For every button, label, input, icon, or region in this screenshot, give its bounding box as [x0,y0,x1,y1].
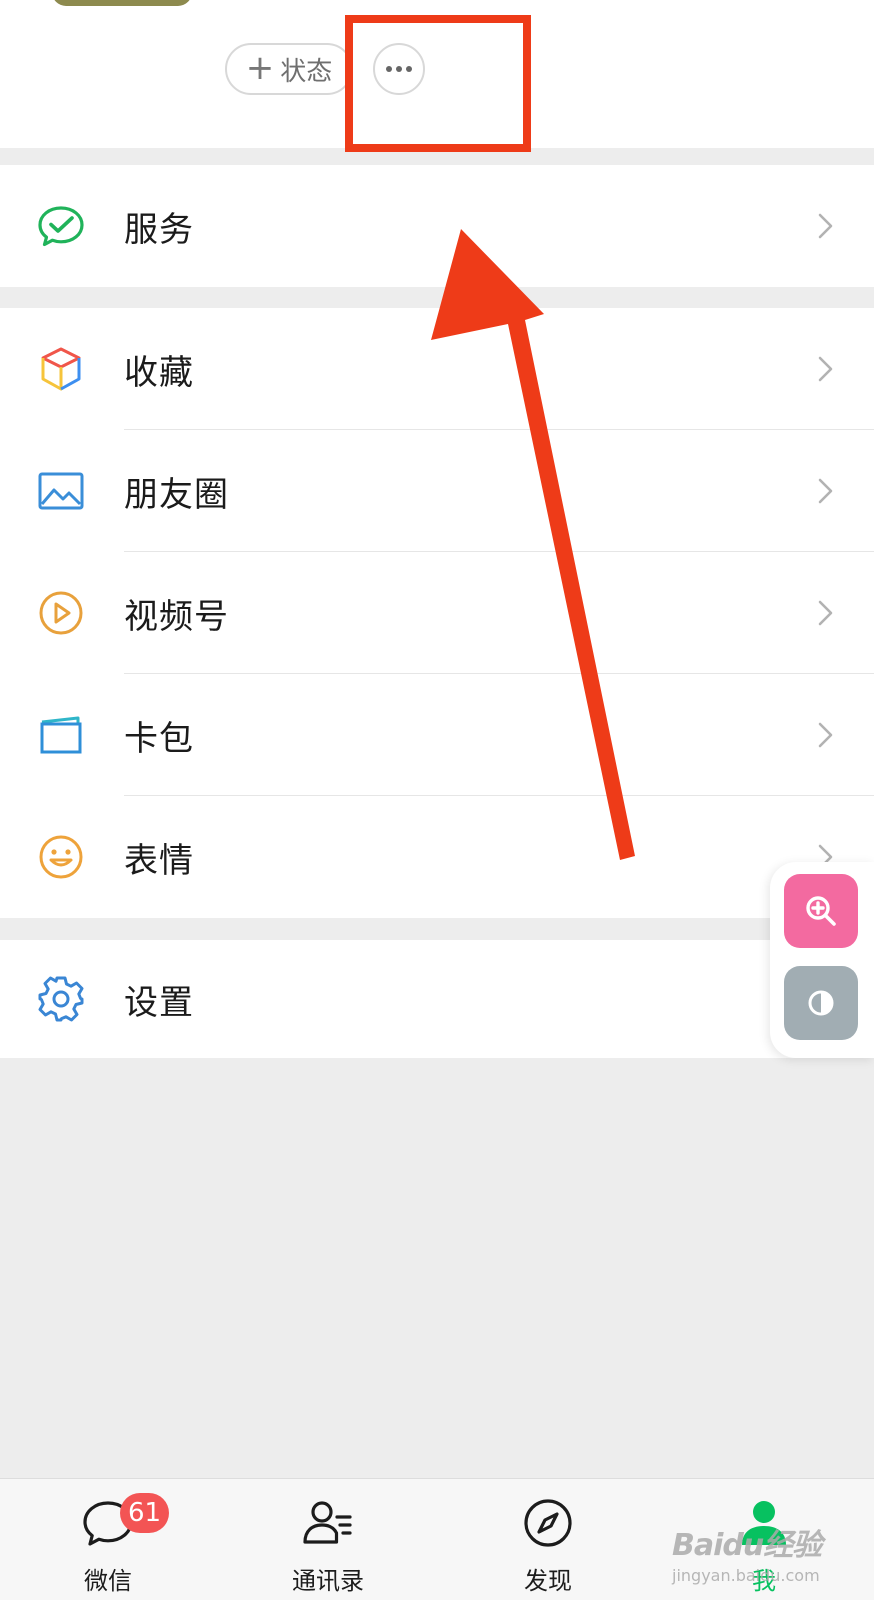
menu-item-channels[interactable]: 视频号 [0,552,874,674]
plus-icon: + [245,47,275,88]
chevron-right-icon [818,722,833,748]
zoom-button[interactable] [784,874,858,948]
menu-item-favorites[interactable]: 收藏 [0,308,874,430]
services-section: 服务 [0,165,874,287]
menu-item-card-wallet[interactable]: 卡包 [0,674,874,796]
features-section: 收藏 朋友圈 视频号 卡包 表情 [0,308,874,918]
tab-label: 通讯录 [292,1567,364,1595]
card-wallet-icon [40,716,82,754]
menu-label: 收藏 [124,352,194,393]
chevron-right-icon [818,356,833,382]
menu-label: 视频号 [124,596,229,637]
menu-label: 朋友圈 [124,474,229,515]
menu-label: 设置 [124,982,194,1023]
menu-item-services[interactable]: 服务 [0,165,874,287]
emoji-smile-icon [39,835,83,879]
chevron-right-icon [818,600,833,626]
wechat-pay-icon [38,206,84,247]
add-status-button[interactable]: + 状态 [225,43,353,95]
contrast-button[interactable] [784,966,858,1040]
menu-item-moments[interactable]: 朋友圈 [0,430,874,552]
avatar[interactable] [52,0,192,6]
tab-label: 微信 [84,1567,132,1595]
tab-label: 发现 [524,1567,572,1595]
floating-tool-panel [770,862,874,1058]
menu-item-stickers[interactable]: 表情 [0,796,874,918]
favorites-cube-icon [41,347,81,391]
menu-label: 服务 [124,209,194,250]
chevron-right-icon [818,213,833,239]
unread-count-badge: 61 [120,1493,170,1533]
contacts-icon [303,1501,352,1544]
channels-play-icon [39,591,83,635]
menu-item-settings[interactable]: 设置 [0,940,874,1058]
status-label: 状态 [280,56,333,87]
settings-section: 设置 [0,940,874,1058]
watermark: Baidu经验 jingyan.baidu.com [672,1520,842,1590]
chevron-right-icon [818,478,833,504]
tab-chats[interactable]: 61 微信 [28,1479,188,1600]
menu-label: 卡包 [124,718,194,759]
settings-gear-icon [38,976,84,1022]
menu-label: 表情 [124,840,194,881]
zoom-in-icon [806,896,836,926]
moments-picture-icon [38,472,84,510]
contrast-icon [808,990,834,1016]
tab-discover[interactable]: 发现 [468,1479,628,1600]
tab-contacts[interactable]: 通讯录 [248,1479,408,1600]
annotation-highlight-box [345,15,531,152]
compass-icon [524,1499,572,1547]
watermark-brand: Baidu经验 [672,1528,822,1563]
watermark-url: jingyan.baidu.com [672,1566,820,1585]
